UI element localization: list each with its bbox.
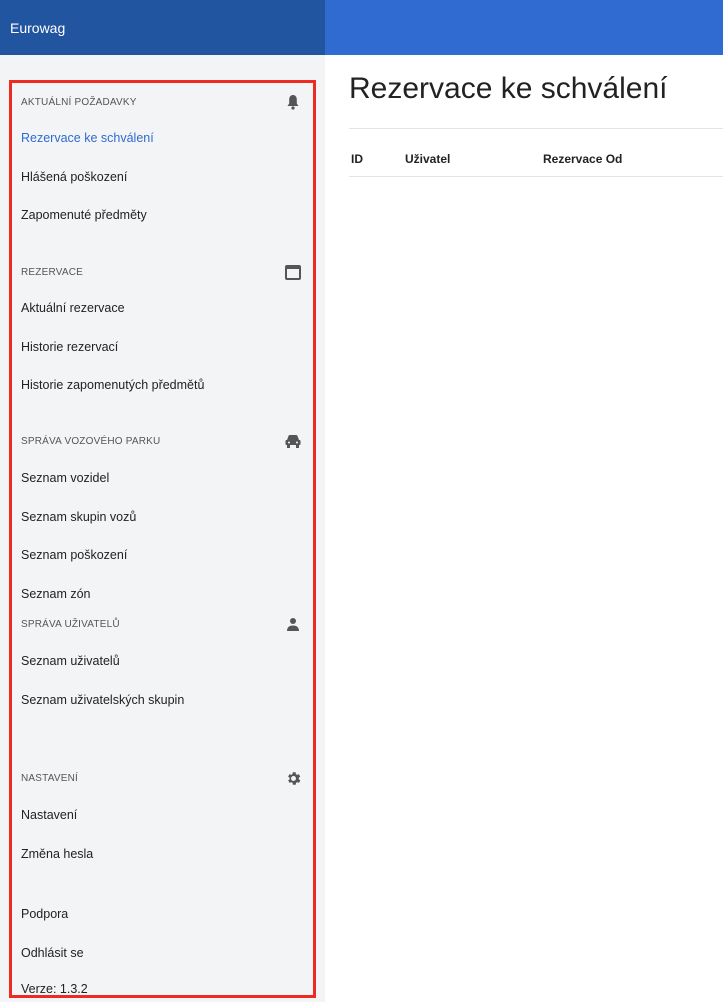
sidebar-item-reservation-history[interactable]: Historie rezervací	[21, 337, 118, 357]
section-header-fleet-management: SPRÁVA VOZOVÉHO PARKU	[21, 429, 305, 453]
column-header-user[interactable]: Uživatel	[405, 152, 450, 166]
page-title: Rezervace ke schválení	[349, 72, 668, 105]
top-bar: Eurowag	[0, 0, 723, 55]
sidebar-item-current-reservations[interactable]: Aktuální rezervace	[21, 298, 125, 318]
calendar-icon	[283, 262, 303, 282]
sidebar-item-forgotten-items[interactable]: Zapomenuté předměty	[21, 205, 147, 225]
section-header-settings: NASTAVENÍ	[21, 766, 305, 790]
sidebar-item-vehicle-list[interactable]: Seznam vozidel	[21, 468, 109, 488]
sidebar-item-support[interactable]: Podpora	[21, 904, 68, 924]
sidebar: AKTUÁLNÍ POŽADAVKY Rezervace ke schválen…	[9, 80, 316, 998]
car-icon	[283, 431, 303, 451]
sidebar-item-zone-list[interactable]: Seznam zón	[21, 584, 90, 604]
table-header-divider	[349, 176, 723, 177]
column-header-id[interactable]: ID	[351, 152, 363, 166]
divider	[349, 128, 723, 129]
section-title: NASTAVENÍ	[21, 772, 78, 784]
section-title: REZERVACE	[21, 266, 84, 278]
column-header-reservation-from[interactable]: Rezervace Od	[543, 152, 622, 166]
sidebar-item-change-password[interactable]: Změna hesla	[21, 844, 93, 864]
section-title: SPRÁVA VOZOVÉHO PARKU	[21, 435, 161, 447]
sidebar-item-vehicle-group-list[interactable]: Seznam skupin vozů	[21, 507, 136, 527]
user-icon	[283, 614, 303, 634]
sidebar-item-user-group-list[interactable]: Seznam uživatelských skupin	[21, 690, 184, 710]
section-header-reservations: REZERVACE	[21, 260, 305, 284]
version-label: Verze: 1.3.2	[21, 982, 88, 996]
sidebar-item-reported-damages[interactable]: Hlášená poškození	[21, 167, 127, 187]
sidebar-item-forgotten-items-history[interactable]: Historie zapomenutých předmětů	[21, 375, 204, 395]
section-header-current-requests: AKTUÁLNÍ POŽADAVKY	[21, 90, 305, 114]
brand-title[interactable]: Eurowag	[0, 0, 325, 55]
bell-icon	[283, 92, 303, 112]
section-title: AKTUÁLNÍ POŽADAVKY	[21, 96, 137, 108]
sidebar-item-settings[interactable]: Nastavení	[21, 805, 77, 825]
sidebar-item-damage-list[interactable]: Seznam poškození	[21, 545, 127, 565]
sidebar-item-user-list[interactable]: Seznam uživatelů	[21, 651, 120, 671]
gear-icon	[283, 768, 303, 788]
section-header-user-management: SPRÁVA UŽIVATELŮ	[21, 612, 305, 636]
section-title: SPRÁVA UŽIVATELŮ	[21, 618, 120, 630]
sidebar-item-logout[interactable]: Odhlásit se	[21, 943, 84, 963]
top-bar-fill	[325, 0, 723, 55]
sidebar-item-reservations-to-approve[interactable]: Rezervace ke schválení	[21, 128, 154, 148]
